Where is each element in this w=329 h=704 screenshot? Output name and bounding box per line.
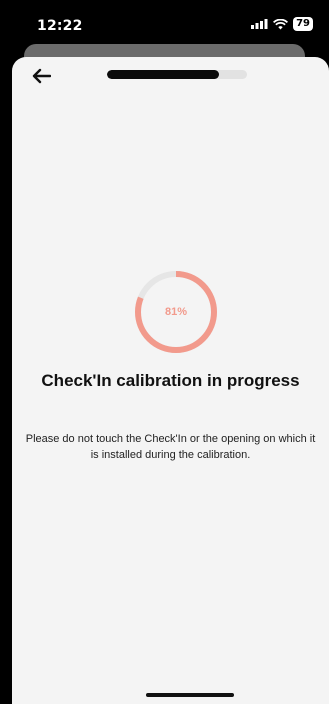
status-time: 12:22 (37, 18, 83, 34)
status-bar: 12:22 79 (0, 0, 329, 44)
calibration-percent: 81% (164, 306, 188, 318)
step-progress-fill (107, 70, 219, 79)
status-icons: 79 (251, 17, 313, 31)
page-title: Check'In calibration in progress (41, 371, 300, 390)
step-progress-bar (107, 70, 247, 79)
home-indicator (146, 693, 234, 697)
wifi-icon (273, 18, 289, 29)
battery-icon: 79 (293, 17, 313, 31)
arrow-left-icon[interactable] (31, 68, 51, 84)
signal-icon (251, 19, 268, 29)
modal-sheet: 81% Check'In calibration in progress Ple… (12, 57, 329, 704)
calibration-description: Please do not touch the Check'In or the … (25, 433, 316, 461)
